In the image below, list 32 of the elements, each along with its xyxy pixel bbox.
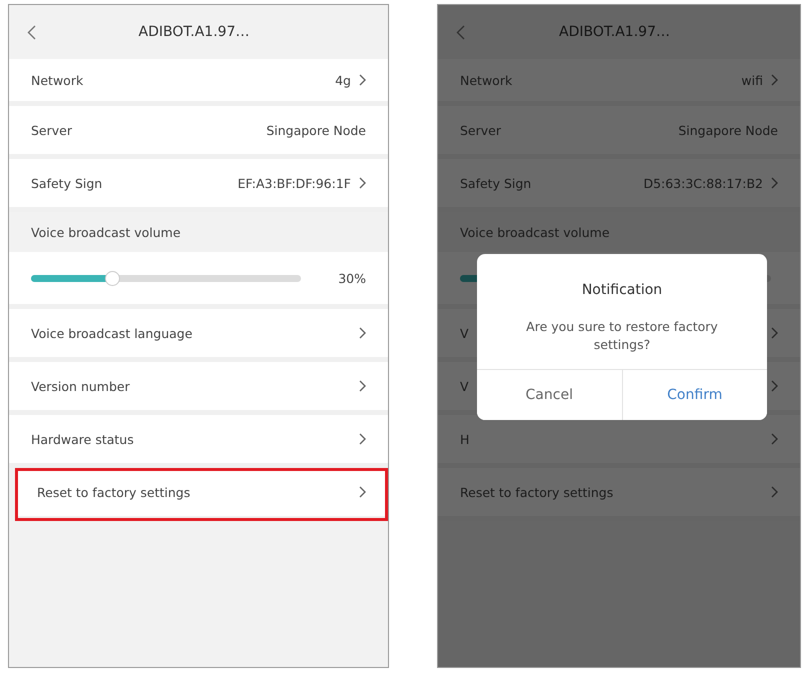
dialog-message: Are you sure to restore factory settings? bbox=[525, 318, 719, 353]
row-label: Version number bbox=[31, 378, 130, 394]
row-label: H bbox=[460, 432, 470, 446]
row-value: Singapore Node bbox=[266, 122, 366, 138]
back-icon[interactable] bbox=[456, 24, 465, 40]
confirm-button[interactable]: Confirm bbox=[622, 370, 767, 420]
row-label: V bbox=[460, 326, 469, 340]
screen-title: ADIBOT.A1.97… bbox=[558, 24, 671, 40]
row-label: Server bbox=[460, 122, 501, 138]
row-value: 4g bbox=[335, 72, 351, 88]
row-label: Network bbox=[460, 72, 512, 88]
volume-reading: 30% bbox=[338, 270, 366, 286]
row-label: Voice broadcast language bbox=[31, 326, 192, 340]
row-value: D5:63:3C:88:17:B2 bbox=[643, 176, 763, 190]
row-label: Server bbox=[31, 122, 72, 138]
slider-thumb[interactable] bbox=[105, 270, 120, 286]
screen-title: ADIBOT.A1.97… bbox=[138, 24, 250, 40]
back-icon[interactable] bbox=[27, 24, 36, 40]
section-label: Voice broadcast volume bbox=[31, 224, 181, 240]
dialog-title: Notification bbox=[580, 282, 664, 298]
section-label: Voice broadcast volume bbox=[460, 224, 610, 240]
row-label: Network bbox=[31, 72, 84, 88]
row-label: Hardware status bbox=[31, 432, 134, 446]
row-value: Singapore Node bbox=[678, 122, 778, 138]
row-value: EF:A3:BF:DF:96:1F bbox=[238, 176, 351, 190]
row-value: wifi bbox=[741, 72, 763, 88]
highlighted-settings-row[interactable]: Reset to factory settings bbox=[15, 468, 388, 521]
row-label: Reset to factory settings bbox=[460, 484, 614, 500]
row-label: Safety Sign bbox=[31, 176, 102, 190]
row-label: V bbox=[460, 378, 469, 394]
row-label: Safety Sign bbox=[460, 176, 532, 190]
row-label: Reset to factory settings bbox=[37, 484, 190, 500]
